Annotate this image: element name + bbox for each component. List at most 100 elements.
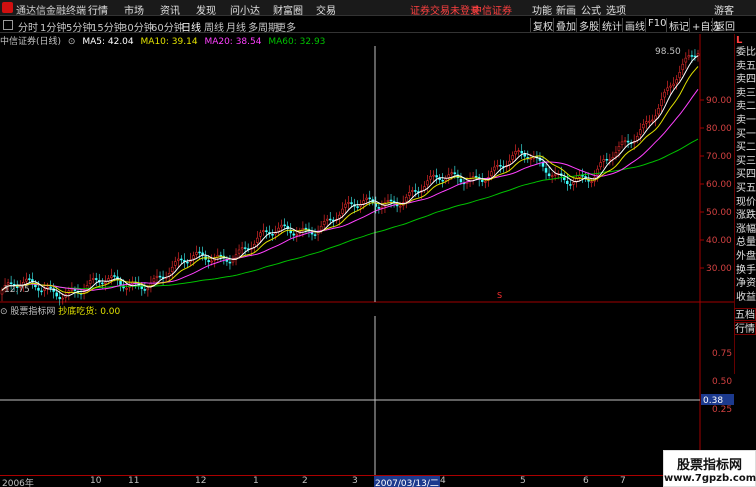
- candle-body: [365, 197, 368, 200]
- candle-body: [192, 255, 195, 259]
- quote-item: 外盘: [736, 251, 756, 262]
- candle-body: [280, 224, 283, 228]
- candle-body: [49, 286, 52, 289]
- date-label: 12: [195, 476, 207, 486]
- candle-body: [319, 225, 323, 231]
- candle-body: [651, 119, 654, 122]
- candle-body: [94, 278, 98, 280]
- candle-body: [113, 275, 116, 277]
- sub-tick-label: 0.25: [712, 405, 732, 415]
- candle-body: [447, 174, 451, 178]
- candle-body: [596, 168, 599, 176]
- ma20-line: [1, 89, 699, 291]
- quote-item: 涨幅: [736, 223, 756, 235]
- crosshair-value: 0.38: [703, 396, 723, 406]
- price-tick-label: 60.00: [706, 180, 732, 190]
- candle-body: [544, 168, 548, 173]
- quote-item: 买一: [736, 128, 756, 140]
- candle-body: [389, 199, 393, 202]
- candle-body: [617, 146, 621, 151]
- candle-body: [101, 282, 104, 285]
- candle-body: [678, 72, 682, 78]
- sub-tick-label: 0.75: [712, 349, 732, 359]
- date-label: 4: [440, 476, 446, 486]
- candle-body: [690, 55, 694, 57]
- candle-body: [356, 206, 359, 208]
- candle-body: [143, 289, 147, 291]
- date-label: 7: [620, 476, 626, 486]
- candle-body: [493, 166, 496, 171]
- watermark-logo: 股票指标网 www.7gpzb.com: [663, 450, 756, 487]
- candle-body: [496, 164, 499, 167]
- candle-body: [450, 172, 454, 175]
- price-ticks: 90.00 80.00 70.00 60.00 50.00 40.00 30.00: [700, 96, 732, 274]
- candle-body: [240, 247, 244, 250]
- candle-body: [61, 297, 65, 300]
- quote-item: 总量: [736, 237, 756, 249]
- candle-body: [170, 266, 174, 272]
- candle-body: [158, 275, 162, 278]
- candle-body: [58, 296, 61, 300]
- candle-body: [569, 184, 572, 186]
- candle-body: [243, 247, 247, 249]
- date-label: 3: [352, 476, 358, 486]
- candle-body: [152, 278, 156, 282]
- candle-body: [219, 254, 223, 257]
- candle-body: [386, 199, 390, 203]
- watermark-line2: www.7gpzb.com: [664, 473, 756, 484]
- price-tick-label: 50.00: [706, 208, 732, 218]
- date-label: 11: [128, 476, 140, 486]
- candle-body: [474, 175, 478, 178]
- candle-body: [523, 153, 527, 157]
- candle-body: [411, 190, 414, 192]
- candle-body: [684, 57, 688, 63]
- candle-body: [325, 218, 329, 221]
- candle-body: [256, 237, 259, 243]
- date-label: 1: [253, 476, 259, 486]
- tab-wudang[interactable]: 五档: [734, 308, 756, 321]
- quote-item: 买三: [736, 155, 756, 167]
- candle-body: [635, 136, 639, 141]
- candle-body: [313, 234, 317, 236]
- candle-body: [195, 252, 198, 255]
- tab-hangqing[interactable]: 行情: [734, 322, 756, 335]
- price-tick-label: 90.00: [706, 96, 732, 106]
- candle-body: [663, 91, 666, 98]
- price-tick-label: 80.00: [706, 124, 732, 134]
- candle-body: [73, 289, 77, 291]
- quote-item: 收益: [736, 291, 756, 303]
- candle-body: [362, 200, 365, 204]
- candle-body: [271, 234, 274, 236]
- price-low-label: 12.75: [4, 285, 30, 295]
- candle-body: [104, 281, 107, 284]
- candle-body: [672, 83, 675, 86]
- candle-body: [283, 224, 286, 227]
- quote-item: 买五: [736, 183, 756, 194]
- candle-body: [43, 288, 46, 291]
- candle-body: [490, 171, 493, 177]
- candle-body: [9, 282, 13, 284]
- candle-body: [265, 230, 268, 232]
- candle-body: [614, 152, 618, 157]
- price-tick-label: 70.00: [706, 152, 732, 162]
- candle-body: [398, 205, 402, 208]
- candle-body: [350, 202, 353, 205]
- candle-body: [237, 249, 241, 254]
- candle-body: [146, 287, 150, 291]
- candle-body: [453, 172, 457, 175]
- date-label: 10: [90, 476, 102, 486]
- candle-body: [480, 179, 484, 182]
- price-high-label: 98.50: [655, 47, 681, 57]
- kline-chart[interactable]: 90.00 80.00 70.00 60.00 50.00 40.00 30.00 0.75…: [0, 0, 756, 487]
- candle-body: [155, 275, 159, 278]
- quote-item: 卖三: [736, 87, 756, 99]
- candle-body: [277, 227, 280, 232]
- candle-body: [696, 53, 700, 56]
- candle-body: [566, 180, 569, 184]
- candle-body: [432, 174, 435, 177]
- sub-tick-label: 0.50: [712, 377, 732, 387]
- candle-body: [295, 233, 299, 236]
- candle-body: [529, 158, 533, 160]
- quote-item: 委比: [736, 47, 756, 58]
- candle-body: [623, 140, 627, 143]
